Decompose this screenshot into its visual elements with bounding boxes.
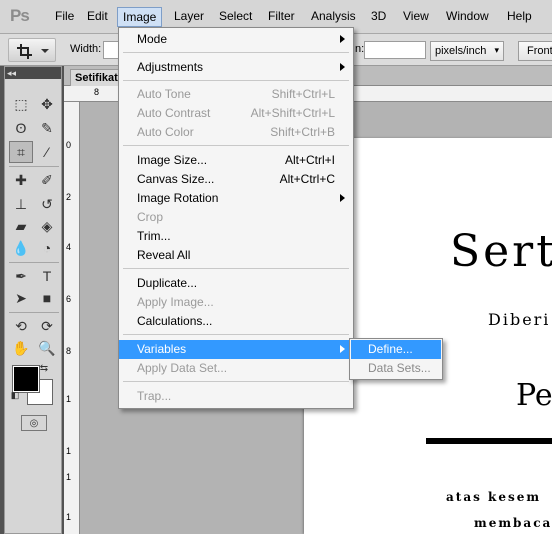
crop-tool-icon[interactable]: ⌗: [9, 141, 33, 163]
menu-3d[interactable]: 3D: [369, 9, 388, 23]
ruler-label: 4: [66, 242, 72, 252]
resolution-input[interactable]: [364, 41, 426, 59]
marquee-tool-icon[interactable]: ⬚: [9, 93, 33, 115]
submenu-arrow-icon: [340, 63, 345, 71]
menu-item-trap[interactable]: Trap...: [119, 387, 353, 406]
submenu-item-data-sets[interactable]: Data Sets...: [351, 359, 441, 378]
rectangle-tool-icon[interactable]: ■: [35, 287, 59, 309]
menu-separator: [123, 145, 349, 146]
tool-divider: [9, 262, 59, 263]
image-menu-dropdown: Mode Adjustments Auto Tone Shift+Ctrl+L A…: [118, 27, 354, 409]
quick-selection-tool-icon[interactable]: ✎: [35, 117, 59, 139]
menu-item-mode[interactable]: Mode: [119, 30, 353, 49]
ruler-label: 1: [66, 512, 72, 522]
paint-bucket-tool-icon[interactable]: ◈: [35, 215, 59, 237]
ruler-label: 0: [66, 140, 72, 150]
tool-divider: [9, 166, 59, 167]
menu-item-auto-tone[interactable]: Auto Tone Shift+Ctrl+L: [119, 85, 353, 104]
menu-item-calculations[interactable]: Calculations...: [119, 312, 353, 331]
certificate-divider: [426, 438, 552, 444]
submenu-arrow-icon: [340, 35, 345, 43]
menu-separator: [123, 52, 349, 53]
menu-edit[interactable]: Edit: [85, 9, 110, 23]
certificate-text-line: atas kesem: [446, 490, 542, 504]
3d-rotate-tool-icon[interactable]: ⟲: [9, 315, 33, 337]
submenu-item-define[interactable]: Define...: [351, 340, 441, 359]
menu-item-apply-data-set[interactable]: Apply Data Set...: [119, 359, 353, 378]
brush-tool-icon[interactable]: ✐: [35, 169, 59, 191]
menu-item-image-rotation[interactable]: Image Rotation: [119, 189, 353, 208]
blur-tool-icon[interactable]: 💧: [9, 237, 33, 259]
menu-select[interactable]: Select: [217, 9, 254, 23]
menu-item-auto-color[interactable]: Auto Color Shift+Ctrl+B: [119, 123, 353, 142]
history-brush-tool-icon[interactable]: ↺: [35, 193, 59, 215]
photoshop-logo: Ps: [10, 6, 30, 25]
front-image-button[interactable]: Front: [518, 41, 552, 61]
menu-filter[interactable]: Filter: [266, 9, 297, 23]
menu-image[interactable]: Image: [117, 7, 163, 27]
ruler-label: 8: [94, 87, 100, 97]
tools-panel: ◂◂ ⬚ ✥ ʘ ✎ ⌗ ⁄ ✚ ✐ ⊥ ↺ ▰ ◈ 💧 ◔ ✒ T ➤ ■ ⟲…: [4, 66, 62, 534]
submenu-arrow-icon: [340, 345, 345, 353]
variables-submenu: Define... Data Sets...: [349, 338, 443, 380]
menu-separator: [123, 80, 349, 81]
healing-brush-tool-icon[interactable]: ✚: [9, 169, 33, 191]
tool-divider: [9, 312, 59, 313]
chevron-down-icon: ▾: [494, 45, 499, 55]
menu-separator: [123, 381, 349, 382]
menu-item-crop[interactable]: Crop: [119, 208, 353, 227]
tool-preset-picker[interactable]: [8, 38, 56, 62]
ruler-label: 6: [66, 294, 72, 304]
certificate-name: Pe: [516, 378, 552, 413]
lasso-tool-icon[interactable]: ʘ: [9, 117, 33, 139]
swap-colors-icon[interactable]: ⇆: [37, 361, 51, 375]
menu-item-duplicate[interactable]: Duplicate...: [119, 274, 353, 293]
width-input[interactable]: [103, 41, 119, 59]
menu-item-adjustments[interactable]: Adjustments: [119, 58, 353, 77]
eyedropper-tool-icon[interactable]: ⁄: [35, 141, 59, 163]
menu-separator: [123, 268, 349, 269]
collapse-panel-icon[interactable]: ◂◂: [5, 67, 61, 79]
certificate-title: Sert: [450, 226, 552, 277]
menu-item-variables[interactable]: Variables: [119, 340, 353, 359]
height-label: n:: [355, 43, 365, 55]
ruler-label: 1: [66, 446, 72, 456]
zoom-tool-icon[interactable]: 🔍: [35, 337, 59, 359]
ruler-label: 1: [66, 472, 72, 482]
path-selection-tool-icon[interactable]: ➤: [9, 287, 33, 309]
type-tool-icon[interactable]: T: [35, 265, 59, 287]
ruler-label: 8: [66, 346, 72, 356]
default-colors-icon[interactable]: ◧: [9, 389, 21, 401]
eraser-tool-icon[interactable]: ▰: [9, 215, 33, 237]
menu-file[interactable]: File: [53, 9, 76, 23]
submenu-arrow-icon: [340, 194, 345, 202]
quick-mask-icon[interactable]: ◎: [21, 415, 47, 431]
ruler-vertical: 0 2 4 6 8 1 1 1 1: [64, 102, 80, 534]
width-label: Width:: [70, 43, 102, 55]
menu-item-reveal-all[interactable]: Reveal All: [119, 246, 353, 265]
certificate-subtitle: Diberi: [488, 310, 551, 329]
menu-item-apply-image[interactable]: Apply Image...: [119, 293, 353, 312]
ruler-label: 2: [66, 192, 72, 202]
menu-help[interactable]: Help: [505, 9, 534, 23]
hand-tool-icon[interactable]: ✋: [9, 337, 33, 359]
pen-tool-icon[interactable]: ✒: [9, 265, 33, 287]
menu-item-canvas-size[interactable]: Canvas Size... Alt+Ctrl+C: [119, 170, 353, 189]
menu-view[interactable]: View: [401, 9, 431, 23]
menu-item-auto-contrast[interactable]: Auto Contrast Alt+Shift+Ctrl+L: [119, 104, 353, 123]
menu-item-trim[interactable]: Trim...: [119, 227, 353, 246]
menu-item-image-size[interactable]: Image Size... Alt+Ctrl+I: [119, 151, 353, 170]
menu-layer[interactable]: Layer: [172, 9, 206, 23]
3d-orbit-tool-icon[interactable]: ⟳: [35, 315, 59, 337]
resolution-units-select[interactable]: pixels/inch ▾: [430, 41, 504, 61]
dodge-tool-icon[interactable]: ◔: [35, 237, 59, 259]
menu-separator: [123, 334, 349, 335]
menu-analysis[interactable]: Analysis: [309, 9, 358, 23]
certificate-text-line: membaca: [474, 516, 552, 530]
crop-tool-icon: [17, 44, 49, 59]
clone-stamp-tool-icon[interactable]: ⊥: [9, 193, 33, 215]
ruler-label: 1: [66, 394, 72, 404]
menu-window[interactable]: Window: [444, 9, 491, 23]
move-tool-icon[interactable]: ✥: [35, 93, 59, 115]
